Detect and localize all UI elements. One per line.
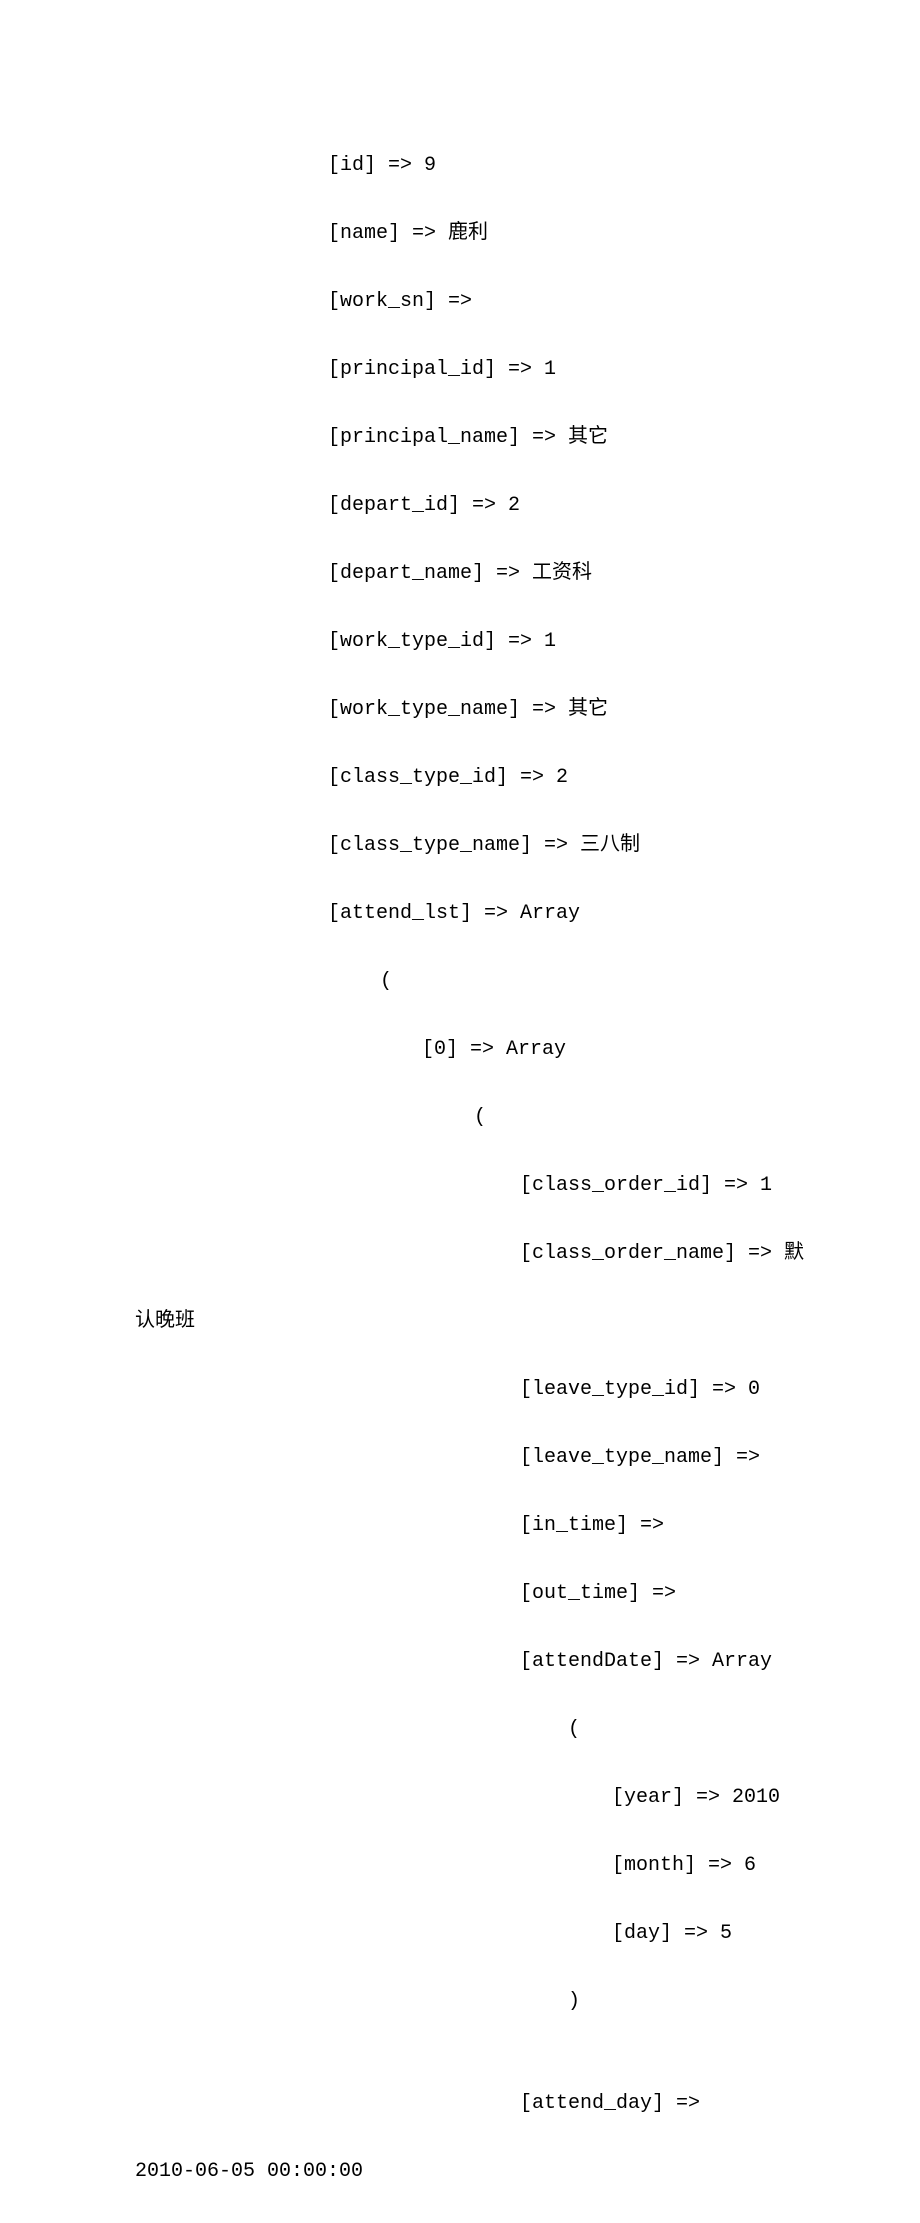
field-day: [day] => 5 (0, 1917, 920, 1951)
array-index-0: [0] => Array (0, 1033, 920, 1067)
wrapped-text-line: 2010-06-05 00:00:00 (0, 2155, 920, 2189)
field-depart-name: [depart_name] => 工资科 (0, 557, 920, 591)
field-work-type-id: [work_type_id] => 1 (0, 625, 920, 659)
field-class-type-id: [class_type_id] => 2 (0, 761, 920, 795)
field-in-time: [in_time] => (0, 1509, 920, 1543)
field-attend-day: [attend_day] => (0, 2087, 920, 2121)
field-month: [month] => 6 (0, 1849, 920, 1883)
paren-open: ( (0, 1101, 920, 1135)
field-work-type-name: [work_type_name] => 其它 (0, 693, 920, 727)
document-page: [id] => 9 [name] => 鹿利 [work_sn] => [pri… (0, 0, 920, 2223)
field-leave-type-name: [leave_type_name] => (0, 1441, 920, 1475)
field-attend-lst: [attend_lst] => Array (0, 897, 920, 931)
field-class-order-id: [class_order_id] => 1 (0, 1169, 920, 1203)
field-depart-id: [depart_id] => 2 (0, 489, 920, 523)
field-work-sn: [work_sn] => (0, 285, 920, 319)
field-name: [name] => 鹿利 (0, 217, 920, 251)
wrapped-text-line: 认晚班 (0, 1305, 920, 1339)
field-id: [id] => 9 (0, 149, 920, 183)
field-principal-id: [principal_id] => 1 (0, 353, 920, 387)
paren-open: ( (0, 1713, 920, 1747)
paren-open: ( (0, 965, 920, 999)
field-leave-type-id: [leave_type_id] => 0 (0, 1373, 920, 1407)
field-out-time: [out_time] => (0, 1577, 920, 1611)
field-year: [year] => 2010 (0, 1781, 920, 1815)
field-principal-name: [principal_name] => 其它 (0, 421, 920, 455)
paren-close: ) (0, 1985, 920, 2019)
field-class-order-name: [class_order_name] => 默 (0, 1237, 920, 1271)
field-class-type-name: [class_type_name] => 三八制 (0, 829, 920, 863)
field-attend-date: [attendDate] => Array (0, 1645, 920, 1679)
